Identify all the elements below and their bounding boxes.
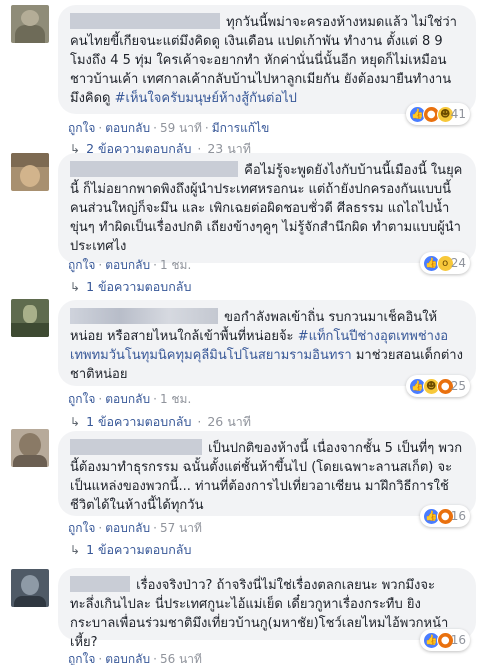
reaction-count: 16 <box>450 632 466 647</box>
like-link[interactable]: ถูกใจ <box>68 121 95 135</box>
commenter-name-blurred[interactable] <box>70 576 130 592</box>
reaction-summary[interactable]: 👍 ☻ ● 25 <box>405 375 470 397</box>
comment-time[interactable]: 59 นาที <box>160 121 202 135</box>
reaction-summary[interactable]: 👍 ● 16 <box>419 629 470 651</box>
avatar[interactable] <box>11 299 49 337</box>
replies-time: 26 นาที <box>207 414 252 429</box>
reply-arrow-icon: ↳ <box>70 415 81 429</box>
avatar[interactable] <box>11 153 49 191</box>
like-link[interactable]: ถูกใจ <box>68 392 95 406</box>
comment-bubble: เป็นปกติของห้างนี้ เนื่องจากชั้น 5 เป็นท… <box>58 431 476 527</box>
like-link[interactable]: ถูกใจ <box>68 521 95 535</box>
reply-link[interactable]: ตอบกลับ <box>105 121 150 135</box>
comment-time[interactable]: 1 ชม. <box>160 258 191 272</box>
hashtag-link[interactable]: #เห็นใจครับมนุษย์ห้างสู้กันต่อไป <box>115 91 297 106</box>
reply-link[interactable]: ตอบกลับ <box>105 521 150 535</box>
reaction-summary[interactable]: 👍 o 24 <box>419 252 470 274</box>
comment-time[interactable]: 1 ชม. <box>160 392 191 406</box>
comment-time[interactable]: 57 นาที <box>160 521 202 535</box>
commenter-name-blurred[interactable] <box>70 13 220 29</box>
comment-actions: ถูกใจ · ตอบกลับ · 59 นาที · มีการแก้ไข <box>68 121 270 135</box>
reaction-count: 25 <box>450 378 466 393</box>
comment-actions: ถูกใจ · ตอบกลับ · 1 ชม. <box>68 392 192 406</box>
avatar[interactable] <box>11 5 49 43</box>
reply-arrow-icon: ↳ <box>70 543 81 557</box>
commenter-name-blurred[interactable] <box>70 161 238 177</box>
commenter-name-blurred[interactable] <box>70 308 218 324</box>
edited-link[interactable]: มีการแก้ไข <box>212 121 270 135</box>
replies-count: 1 ข้อความตอบกลับ <box>86 414 192 429</box>
reaction-count: 16 <box>450 508 466 523</box>
replies-count: 1 ข้อความตอบกลับ <box>86 279 192 294</box>
like-link[interactable]: ถูกใจ <box>68 652 95 665</box>
view-replies-link[interactable]: ↳ 1 ข้อความตอบกลับ <box>70 277 191 297</box>
view-replies-link[interactable]: ↳ 1 ข้อความตอบกลับ · 26 นาที <box>70 412 251 432</box>
comment-bubble: ขอกำลังพลเข้าถิ่น รบกวนมาเช็คอินให้หน่อย… <box>58 300 476 397</box>
reply-arrow-icon: ↳ <box>70 280 81 294</box>
comment-bubble: เรื่องจริงป่าว? ถ้าจริงนี่ไม่ใช่เรื่องตล… <box>58 568 476 651</box>
comment-actions: ถูกใจ · ตอบกลับ · 56 นาที <box>68 652 202 665</box>
commenter-name-blurred[interactable] <box>70 439 202 455</box>
reaction-summary[interactable]: 👍 ● ☻ 41 <box>405 103 470 125</box>
replies-count: 1 ข้อความตอบกลับ <box>86 542 192 557</box>
reaction-count: 24 <box>450 255 466 270</box>
comment-bubble: ทุกวันนี้พม่าจะครองห้างหมดแล้ว ไม่ใช่ว่า… <box>58 5 476 125</box>
reply-link[interactable]: ตอบกลับ <box>105 258 150 272</box>
comment-bubble: คือไม่รู้จะพูดยังไงกับบ้านนี้เมืองนี้ ใน… <box>58 153 476 274</box>
comment-time[interactable]: 56 นาที <box>160 652 202 665</box>
comment-actions: ถูกใจ · ตอบกลับ · 1 ชม. <box>68 258 192 272</box>
reply-link[interactable]: ตอบกลับ <box>105 392 150 406</box>
avatar[interactable] <box>11 569 49 607</box>
view-replies-link[interactable]: ↳ 1 ข้อความตอบกลับ <box>70 540 191 560</box>
comment-actions: ถูกใจ · ตอบกลับ · 57 นาที <box>68 521 202 535</box>
reaction-summary[interactable]: 👍 ● 16 <box>419 505 470 527</box>
like-link[interactable]: ถูกใจ <box>68 258 95 272</box>
avatar[interactable] <box>11 429 49 467</box>
reply-link[interactable]: ตอบกลับ <box>105 652 150 665</box>
reaction-count: 41 <box>450 106 466 121</box>
